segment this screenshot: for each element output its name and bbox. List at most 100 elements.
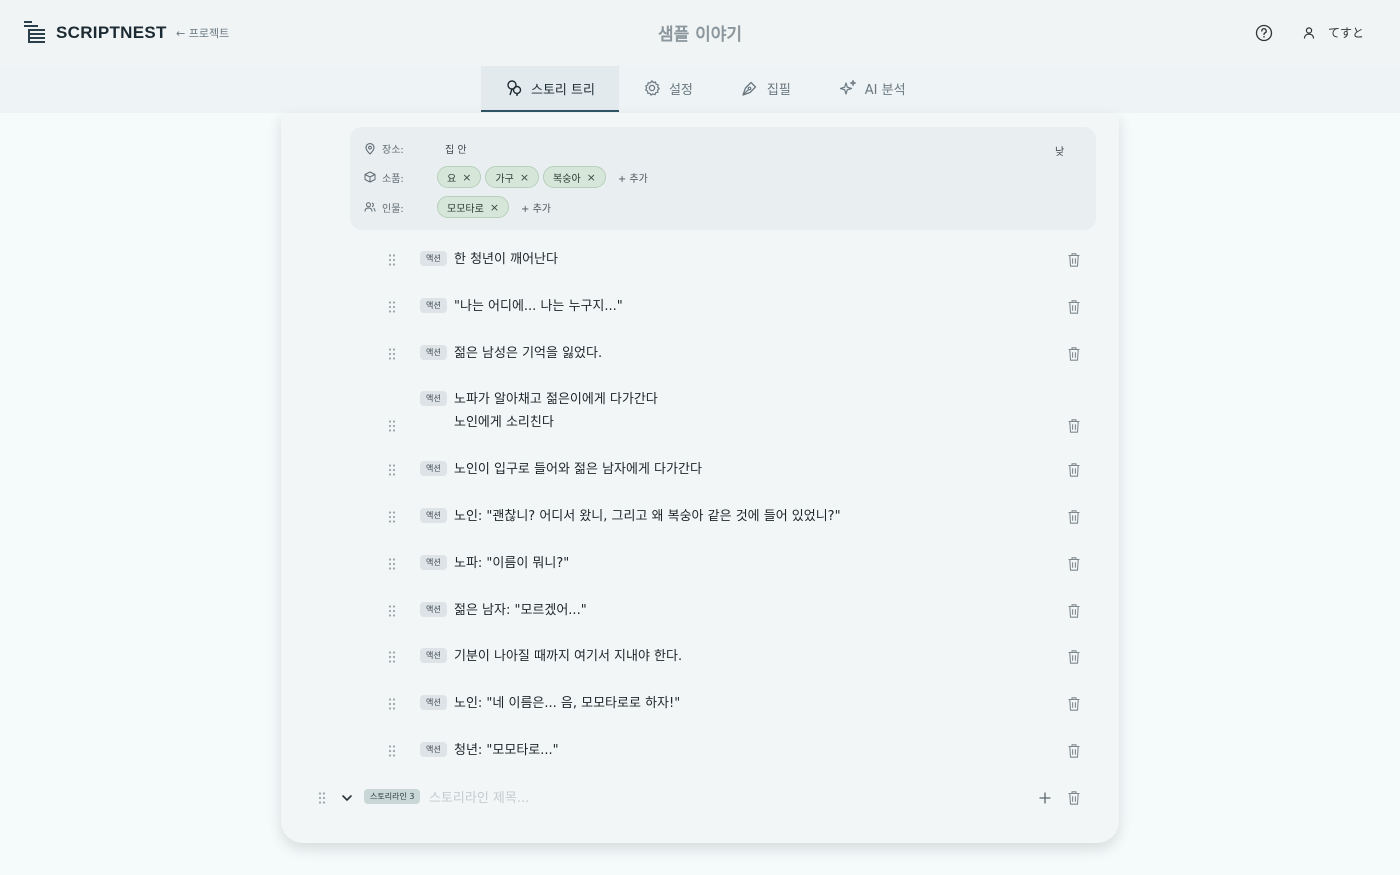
users-icon xyxy=(364,202,376,212)
drag-handle-icon[interactable] xyxy=(387,347,397,361)
trash-icon[interactable] xyxy=(1067,790,1081,806)
action-row[interactable]: 액션 노인: "괜찮니? 어디서 왔니, 그리고 왜 복숭아 같은 것에 들어 있… xyxy=(381,504,1091,551)
drag-handle-icon[interactable] xyxy=(387,697,397,711)
action-row[interactable]: 액션 노인: "네 이름은... 음, 모모타로로 하자!" xyxy=(381,691,1091,738)
trash-icon[interactable] xyxy=(1067,556,1081,572)
action-row[interactable]: 액션 기분이 나아질 때까지 여기서 지내야 한다. xyxy=(381,644,1091,691)
location-label: 장소: xyxy=(382,145,404,156)
action-text[interactable]: 한 청년이 깨어난다 xyxy=(454,248,558,271)
remove-chip-icon[interactable]: × xyxy=(462,171,471,184)
chip-label: 복숭아 xyxy=(553,173,581,185)
drag-handle-icon[interactable] xyxy=(317,791,327,805)
app-name: SCRIPTNEST xyxy=(56,23,167,42)
tree-icon xyxy=(507,80,522,96)
action-row[interactable]: 액션 젊은 남자: "모르겠어..." xyxy=(381,598,1091,645)
action-text[interactable]: 젊은 남자: "모르겠어..." xyxy=(454,599,587,622)
drag-handle-icon[interactable] xyxy=(387,253,397,267)
sparkle-icon xyxy=(839,79,856,95)
tab-label: AI 분석 xyxy=(864,82,906,98)
action-text[interactable]: "나는 어디에... 나는 누구지..." xyxy=(454,295,623,318)
remove-chip-icon[interactable]: × xyxy=(520,171,529,184)
action-type-badge: 액션 xyxy=(420,508,447,523)
characters-row: 인물: 모모타로 × + 추가 xyxy=(364,196,551,218)
user-menu[interactable]: てすと xyxy=(1302,24,1364,41)
trash-icon[interactable] xyxy=(1067,252,1081,268)
tab-ai-analysis[interactable]: AI 분석 xyxy=(815,66,930,112)
user-icon xyxy=(1303,26,1315,39)
scene-metadata: 장소: 집 안 낮 소품: 요 × 가구 × 복숭아 × + 추가 인물: 모모타로 ×… xyxy=(350,127,1096,230)
action-row[interactable]: 액션 노파: "이름이 뭐니?" xyxy=(381,551,1091,598)
tab-label: 스토리 트리 xyxy=(531,82,595,98)
box-icon xyxy=(364,171,376,183)
tab-writing[interactable]: 집필 xyxy=(717,66,815,112)
user-name: てすと xyxy=(1328,26,1365,40)
logo[interactable]: SCRIPTNEST xyxy=(24,20,167,46)
action-text[interactable]: 기분이 나아질 때까지 여기서 지내야 한다. xyxy=(454,645,682,668)
action-text[interactable]: 젊은 남성은 기억을 잃었다. xyxy=(454,342,602,365)
remove-chip-icon[interactable]: × xyxy=(490,201,499,214)
action-type-badge: 액션 xyxy=(420,554,447,570)
trash-icon[interactable] xyxy=(1067,696,1081,712)
action-text[interactable]: 청년: "모모타로..." xyxy=(454,739,559,762)
characters-label: 인물: xyxy=(382,203,404,215)
action-row[interactable]: 액션 청년: "모모타로..." xyxy=(381,738,1091,785)
drag-handle-icon[interactable] xyxy=(387,463,397,477)
back-to-projects-link[interactable]: ← 프로젝트 xyxy=(176,25,229,41)
remove-chip-icon[interactable]: × xyxy=(587,171,596,184)
tab-bar: 스토리 트리 설정 집필 AI 분석 xyxy=(0,66,1400,113)
trash-icon[interactable] xyxy=(1067,743,1081,759)
storyline-title-input[interactable] xyxy=(429,787,989,809)
prop-chip[interactable]: 복숭아 × xyxy=(543,166,606,188)
action-text[interactable]: 노인이 입구로 들어와 젊은 남자에게 다가간다 xyxy=(454,458,702,481)
action-row[interactable]: 액션 "나는 어디에... 나는 누구지..." xyxy=(381,294,1091,341)
action-text[interactable]: 노인: "네 이름은... 음, 모모타로로 하자!" xyxy=(454,692,680,715)
character-chip[interactable]: 모모타로 × xyxy=(437,196,510,218)
trash-icon[interactable] xyxy=(1067,603,1081,619)
drag-handle-icon[interactable] xyxy=(387,604,397,618)
chip-label: 모모타로 xyxy=(447,203,484,215)
location-value[interactable]: 집 안 xyxy=(445,141,467,156)
logo-icon xyxy=(24,21,45,43)
trash-icon[interactable] xyxy=(1067,418,1081,434)
storyline-row: 스토리라인 3 xyxy=(311,786,1091,810)
action-row[interactable]: 액션 노파가 알아채고 젊은이에게 다가간다 노인에게 소리친다 xyxy=(381,387,1091,457)
drag-handle-icon[interactable] xyxy=(387,510,397,524)
action-text[interactable]: 노파: "이름이 뭐니?" xyxy=(454,552,569,575)
prop-chip[interactable]: 가구 × xyxy=(485,166,540,188)
drag-handle-icon[interactable] xyxy=(387,300,397,314)
prop-chip[interactable]: 요 × xyxy=(437,166,482,188)
drag-handle-icon[interactable] xyxy=(387,419,397,433)
action-text[interactable]: 노파가 알아채고 젊은이에게 다가간다 노인에게 소리친다 xyxy=(454,388,658,434)
action-type-badge: 액션 xyxy=(420,648,447,664)
help-icon[interactable] xyxy=(1255,24,1273,42)
drag-handle-icon[interactable] xyxy=(387,744,397,758)
drag-handle-icon[interactable] xyxy=(387,557,397,571)
add-prop-button[interactable]: + 추가 xyxy=(618,170,648,185)
trash-icon[interactable] xyxy=(1067,649,1081,665)
trash-icon[interactable] xyxy=(1067,299,1081,315)
trash-icon[interactable] xyxy=(1067,509,1081,525)
app-header: SCRIPTNEST ← 프로젝트 샘플 이야기 てすと xyxy=(0,0,1400,66)
action-type-badge: 액션 xyxy=(420,391,447,407)
action-row[interactable]: 액션 노인이 입구로 들어와 젊은 남자에게 다가간다 xyxy=(381,457,1091,504)
pen-icon xyxy=(742,81,757,96)
add-icon[interactable] xyxy=(1038,791,1052,805)
time-of-day[interactable]: 낮 xyxy=(1055,143,1064,158)
tab-settings[interactable]: 설정 xyxy=(619,66,717,112)
drag-handle-icon[interactable] xyxy=(387,650,397,664)
action-row[interactable]: 액션 한 청년이 깨어난다 xyxy=(381,247,1091,294)
location-pin-icon xyxy=(365,142,375,155)
trash-icon[interactable] xyxy=(1067,346,1081,362)
trash-icon[interactable] xyxy=(1067,462,1081,478)
action-type-badge: 액션 xyxy=(420,344,447,360)
action-row[interactable]: 액션 젊은 남성은 기억을 잃었다. xyxy=(381,341,1091,388)
action-type-badge: 액션 xyxy=(420,695,447,711)
chevron-down-icon[interactable] xyxy=(341,793,353,803)
add-character-button[interactable]: + 추가 xyxy=(521,200,551,215)
action-type-badge: 액션 xyxy=(420,251,447,266)
gear-icon xyxy=(644,80,660,96)
action-text[interactable]: 노인: "괜찮니? 어디서 왔니, 그리고 왜 복숭아 같은 것에 들어 있었니… xyxy=(454,505,841,528)
tab-story-tree[interactable]: 스토리 트리 xyxy=(481,66,619,112)
storyline-badge: 스토리라인 3 xyxy=(364,789,421,804)
action-type-badge: 액션 xyxy=(420,461,447,477)
